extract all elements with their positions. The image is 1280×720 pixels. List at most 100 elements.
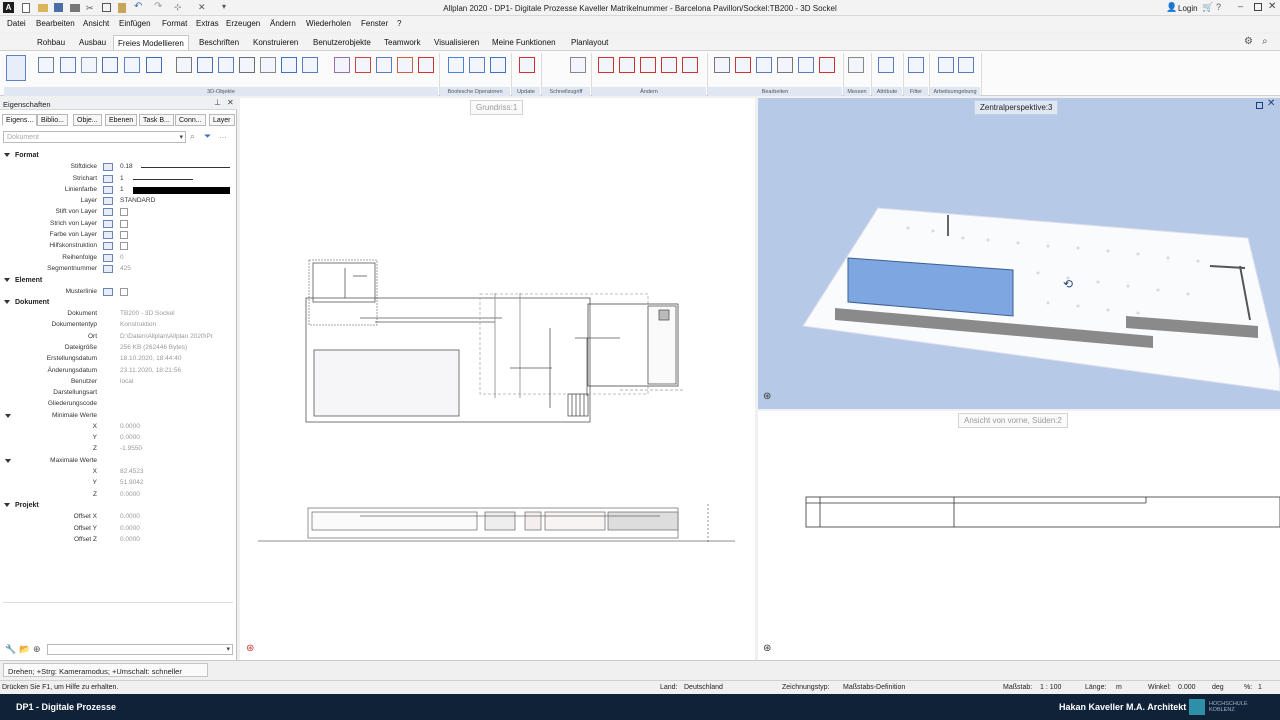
prop-value[interactable]: 1 [120, 175, 124, 182]
menu-item-10[interactable]: ? [397, 19, 401, 28]
panel-bottom-dropdown[interactable]: ▾ [47, 644, 233, 655]
fillet-icon[interactable] [302, 57, 318, 73]
prop-value[interactable]: 51.9042 [120, 479, 144, 486]
prop-value[interactable]: TB200 - 3D Sockel [120, 310, 175, 317]
more-options-icon[interactable]: … [219, 131, 227, 140]
connect-icon[interactable] [619, 57, 635, 73]
delete-icon[interactable] [819, 57, 835, 73]
pin-icon[interactable]: ⊥ [214, 98, 221, 107]
prop-checkbox[interactable] [120, 208, 128, 216]
prop-checkbox[interactable] [120, 220, 128, 228]
subtract-icon[interactable] [355, 57, 371, 73]
filter-icon[interactable] [908, 57, 924, 73]
ribbon-tab-8[interactable]: Meine Funktionen [492, 38, 556, 47]
prop-value[interactable]: 0.0000 [120, 513, 140, 520]
prop-checkbox[interactable] [120, 288, 128, 296]
prop-checkbox[interactable] [120, 231, 128, 239]
panel-tab-0[interactable]: Eigens... [2, 114, 38, 126]
navigation-icon[interactable]: ⊛ [763, 391, 771, 402]
palette-menu-icon[interactable] [6, 55, 26, 81]
panel-tab-6[interactable]: Layer [209, 114, 235, 126]
workspace-icon[interactable] [938, 57, 954, 73]
help-icon[interactable]: ? [1216, 2, 1221, 12]
user-icon[interactable]: 👤 [1166, 2, 1177, 13]
filter-icon[interactable]: ⏷ [204, 131, 211, 142]
status-laenge-value[interactable]: m [1116, 684, 1122, 691]
prop-value[interactable]: local [120, 378, 133, 385]
prop-value[interactable]: 18.10.2020, 18:44:40 [120, 355, 181, 362]
ribbon-tab-7[interactable]: Visualisieren [434, 38, 479, 47]
prop-value[interactable]: -1.9550 [120, 445, 142, 452]
panel-close-icon[interactable]: ✕ [227, 98, 234, 107]
menu-item-1[interactable]: Bearbeiten [36, 19, 75, 28]
menu-item-5[interactable]: Extras [196, 19, 219, 28]
sweep-icon[interactable] [281, 57, 297, 73]
prop-value[interactable]: 1 [120, 186, 124, 193]
status-winkel-value[interactable]: 0.000 [1178, 684, 1196, 691]
ribbon-search-icon[interactable]: ⌕ [1262, 36, 1268, 47]
prop-value[interactable]: Konstruktion [120, 321, 156, 328]
prop-value[interactable]: 0.0000 [120, 536, 140, 543]
restore-icon[interactable] [1254, 3, 1262, 11]
viewport-grundriss[interactable]: Grundriss:1 ⊛ [240, 98, 755, 660]
edit-pen-icon[interactable] [598, 57, 614, 73]
wrench-icon[interactable]: 🔧 [5, 644, 16, 655]
loft-icon[interactable] [239, 57, 255, 73]
menu-item-2[interactable]: Ansicht [83, 19, 109, 28]
prop-value[interactable]: 23.11.2020, 18:21:56 [120, 367, 181, 374]
stretch-icon[interactable] [798, 57, 814, 73]
bool-intersect-icon[interactable] [490, 57, 506, 73]
navigation-icon[interactable]: ⊛ [763, 643, 771, 654]
menu-item-9[interactable]: Fenster [361, 19, 388, 28]
settings-gear-icon[interactable]: ⚙ [1244, 36, 1253, 47]
capture-icon[interactable] [570, 57, 586, 73]
prop-value[interactable]: 0 [120, 254, 124, 261]
minimize-icon[interactable]: – [1238, 1, 1243, 11]
split-icon[interactable] [397, 57, 413, 73]
modify-icon[interactable] [661, 57, 677, 73]
prop-value[interactable]: 0.0000 [120, 423, 140, 430]
box-icon[interactable] [60, 57, 76, 73]
panel-tab-1[interactable]: Biblio... [37, 114, 68, 126]
trim-icon[interactable] [682, 57, 698, 73]
copy-icon[interactable] [714, 57, 730, 73]
union-icon[interactable] [334, 57, 350, 73]
ribbon-tab-5[interactable]: Benutzerobjekte [313, 38, 371, 47]
ribbon-tab-3[interactable]: Beschriften [199, 38, 239, 47]
intersect-icon[interactable] [376, 57, 392, 73]
plane-icon[interactable] [197, 57, 213, 73]
update-icon[interactable] [519, 57, 535, 73]
ribbon-tab-4[interactable]: Konstruieren [253, 38, 298, 47]
prop-value[interactable]: 425 [120, 265, 131, 272]
login-link[interactable]: Login [1178, 4, 1198, 13]
section-element[interactable]: Element [4, 277, 42, 284]
prop-value[interactable]: D:\Daten\Allplan\Allplan 2020\Pr [120, 333, 213, 340]
panel-tab-4[interactable]: Task B... [139, 114, 174, 126]
workspace-filter-icon[interactable] [958, 57, 974, 73]
surface-icon[interactable] [146, 57, 162, 73]
cart-icon[interactable]: 🛒 [1202, 2, 1213, 13]
status-land-value[interactable]: Deutschland [684, 684, 723, 691]
ribbon-tab-6[interactable]: Teamwork [384, 38, 420, 47]
document-dropdown[interactable]: Dokument ▾ [3, 131, 186, 143]
prop-value[interactable]: 0.0000 [120, 525, 140, 532]
filter-search-icon[interactable]: ⌕ [190, 131, 195, 142]
prop-value[interactable]: 0.18 [120, 163, 133, 170]
folder-icon[interactable]: 📂 [19, 644, 30, 655]
section-format[interactable]: Format [4, 152, 39, 159]
panel-tab-2[interactable]: Obje... [73, 114, 102, 126]
prop-value[interactable]: 0.0000 [120, 491, 140, 498]
ribbon-tab-1[interactable]: Ausbau [79, 38, 106, 47]
prop-value[interactable]: 256 KB (262446 Bytes) [120, 344, 187, 351]
menu-item-3[interactable]: Einfügen [119, 19, 151, 28]
wall-icon[interactable] [176, 57, 192, 73]
prop-value[interactable]: 82.4523 [120, 468, 144, 475]
panel-tab-5[interactable]: Conn... [175, 114, 206, 126]
menu-item-4[interactable]: Format [162, 19, 187, 28]
section-dokument[interactable]: Dokument [4, 299, 49, 306]
divide-icon[interactable] [640, 57, 656, 73]
navigation-icon[interactable]: ⊛ [246, 643, 254, 654]
section-projekt[interactable]: Projekt [4, 502, 39, 509]
collapse-triangle-icon[interactable] [5, 414, 11, 418]
scale-icon[interactable] [777, 57, 793, 73]
